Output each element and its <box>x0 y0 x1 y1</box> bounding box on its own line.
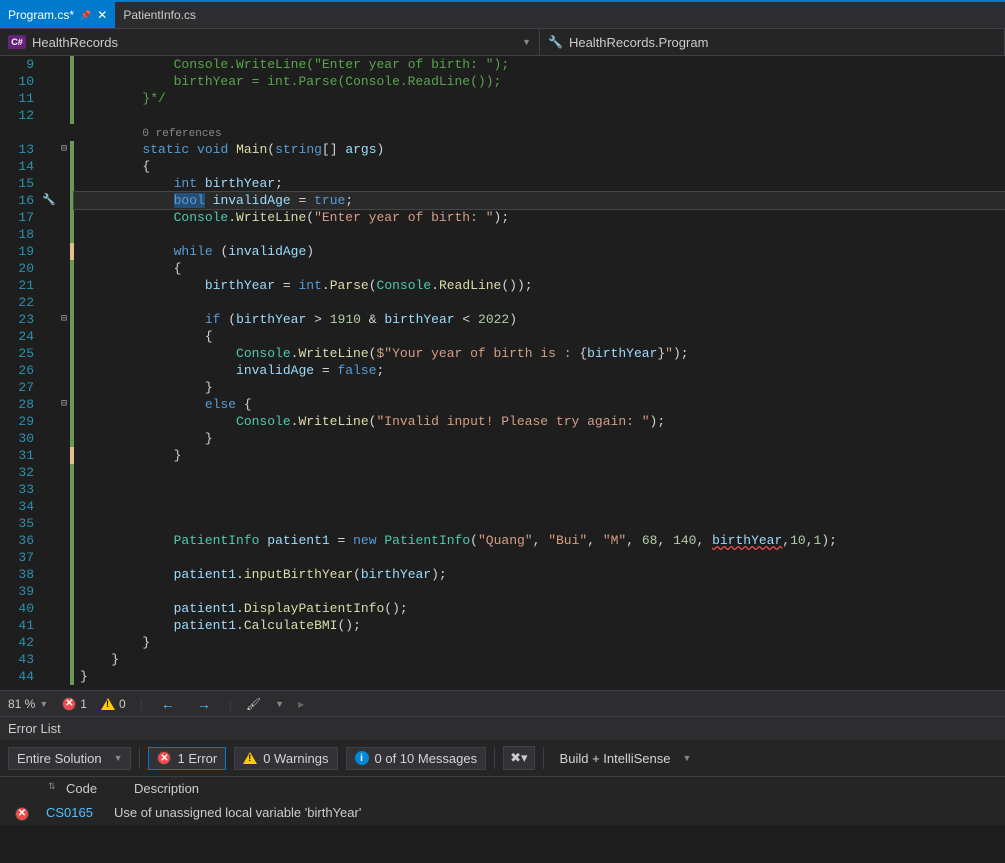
sort-icon: ⇅ <box>48 781 56 796</box>
code-line[interactable]: birthYear = int.Parse(Console.ReadLine()… <box>74 73 1005 90</box>
code-line[interactable]: { <box>74 158 1005 175</box>
code-line[interactable]: Console.WriteLine("Enter year of birth: … <box>74 56 1005 73</box>
error-description: Use of unassigned local variable 'birthY… <box>114 805 361 820</box>
member-text: HealthRecords.Program <box>569 35 708 50</box>
pin-icon[interactable]: 📌 <box>80 10 91 21</box>
code-line[interactable] <box>74 498 1005 515</box>
code-line[interactable]: patient1.DisplayPatientInfo(); <box>74 600 1005 617</box>
error-list-headers[interactable]: ⇅ Code Description <box>0 776 1005 800</box>
warning-icon <box>101 698 115 710</box>
code-line[interactable]: { <box>74 260 1005 277</box>
code-line[interactable]: }*/ <box>74 90 1005 107</box>
play-icon[interactable]: ▸ <box>298 697 304 711</box>
divider <box>494 747 495 769</box>
code-area[interactable]: Console.WriteLine("Enter year of birth: … <box>74 56 1005 690</box>
code-line[interactable]: } <box>74 379 1005 396</box>
references-lens[interactable]: 0 references <box>142 128 221 140</box>
code-line[interactable]: } <box>74 651 1005 668</box>
code-line[interactable]: static void Main(string[] args) <box>74 141 1005 158</box>
chevron-down-icon: ▼ <box>522 37 531 47</box>
error-icon: ✕ <box>62 697 76 711</box>
code-line[interactable] <box>74 294 1005 311</box>
warnings-filter-button[interactable]: 0 Warnings <box>234 747 337 770</box>
nav-back-button[interactable]: ← <box>157 696 179 712</box>
warning-icon <box>243 752 257 764</box>
code-line[interactable]: if (birthYear > 1910 & birthYear < 2022) <box>74 311 1005 328</box>
code-line[interactable]: bool invalidAge = true; <box>74 192 1005 209</box>
tab-label: PatientInfo.cs <box>123 8 196 22</box>
code-editor[interactable]: 910111213⊟141516🔧17181920212223⊟24252627… <box>0 56 1005 690</box>
code-line[interactable]: else { <box>74 396 1005 413</box>
clear-filter-button[interactable]: ✖▾ <box>503 746 534 770</box>
warning-count[interactable]: 0 <box>101 697 126 711</box>
filter-clear-icon: ✖▾ <box>510 750 527 766</box>
brush-icon[interactable]: 🖌 <box>246 697 261 711</box>
code-line[interactable]: invalidAge = false; <box>74 362 1005 379</box>
code-line[interactable]: } <box>74 668 1005 685</box>
tab-bar: Program.cs* 📌 ✕ PatientInfo.cs <box>0 0 1005 28</box>
error-code: CS0165 <box>46 805 104 820</box>
code-line[interactable]: birthYear = int.Parse(Console.ReadLine()… <box>74 277 1005 294</box>
error-list-toolbar: Entire Solution ▼ ✕ 1 Error 0 Warnings i… <box>0 740 1005 776</box>
code-line[interactable] <box>74 515 1005 532</box>
chevron-down-icon: ▼ <box>275 699 284 709</box>
error-list-title: Error List <box>0 717 1005 740</box>
error-list-panel: Error List Entire Solution ▼ ✕ 1 Error 0… <box>0 716 1005 825</box>
scope-filter-combo[interactable]: Entire Solution ▼ <box>8 747 131 770</box>
code-line[interactable]: while (invalidAge) <box>74 243 1005 260</box>
divider <box>543 747 544 769</box>
code-line[interactable]: 0 references <box>74 124 1005 141</box>
zoom-combo[interactable]: 81 % ▼ <box>8 697 48 711</box>
code-line[interactable]: Console.WriteLine("Invalid input! Please… <box>74 413 1005 430</box>
build-intellisense-combo[interactable]: Build + IntelliSense ▼ <box>552 748 700 769</box>
close-icon[interactable]: ✕ <box>97 8 107 22</box>
member-combo[interactable]: 🔧 HealthRecords.Program <box>540 29 1005 55</box>
scope-combo[interactable]: C# HealthRecords ▼ <box>0 29 540 55</box>
editor-status-bar: 81 % ▼ ✕ 1 0 | ← → | 🖌 ▼ ▸ <box>0 690 1005 716</box>
code-line[interactable] <box>74 107 1005 124</box>
code-line[interactable] <box>74 583 1005 600</box>
code-line[interactable]: Console.WriteLine("Enter year of birth: … <box>74 209 1005 226</box>
code-line[interactable] <box>74 481 1005 498</box>
code-line[interactable]: int birthYear; <box>74 175 1005 192</box>
chevron-down-icon: ▼ <box>39 699 48 709</box>
gutter: 910111213⊟141516🔧17181920212223⊟24252627… <box>0 56 70 690</box>
error-icon: ✕ <box>157 751 171 765</box>
info-icon: i <box>355 751 369 765</box>
code-line[interactable]: } <box>74 447 1005 464</box>
tab-program-cs[interactable]: Program.cs* 📌 ✕ <box>0 2 115 28</box>
code-line[interactable] <box>74 464 1005 481</box>
code-line[interactable]: Console.WriteLine($"Your year of birth i… <box>74 345 1005 362</box>
tab-patientinfo-cs[interactable]: PatientInfo.cs <box>115 2 204 28</box>
chevron-down-icon: ▼ <box>682 753 691 763</box>
chevron-down-icon: ▼ <box>114 753 123 763</box>
errors-filter-button[interactable]: ✕ 1 Error <box>148 747 226 770</box>
messages-filter-button[interactable]: i 0 of 10 Messages <box>346 747 487 770</box>
scope-text: HealthRecords <box>32 35 118 50</box>
code-line[interactable]: { <box>74 328 1005 345</box>
header-description[interactable]: Description <box>134 781 199 796</box>
code-line[interactable]: } <box>74 634 1005 651</box>
header-code[interactable]: Code <box>66 781 124 796</box>
code-line[interactable]: patient1.CalculateBMI(); <box>74 617 1005 634</box>
code-line[interactable] <box>74 226 1005 243</box>
divider <box>139 747 140 769</box>
class-icon: 🔧 <box>548 35 563 49</box>
error-count[interactable]: ✕ 1 <box>62 697 87 711</box>
nav-forward-button[interactable]: → <box>193 696 215 712</box>
code-line[interactable]: patient1.inputBirthYear(birthYear); <box>74 566 1005 583</box>
code-line[interactable]: PatientInfo patient1 = new PatientInfo("… <box>74 532 1005 549</box>
lightbulb-icon[interactable]: 🔧 <box>42 195 56 207</box>
error-row[interactable]: ✕ CS0165 Use of unassigned local variabl… <box>0 800 1005 825</box>
code-line[interactable] <box>74 549 1005 566</box>
nav-bar: C# HealthRecords ▼ 🔧 HealthRecords.Progr… <box>0 28 1005 56</box>
tab-label: Program.cs* <box>8 8 74 22</box>
code-line[interactable]: } <box>74 430 1005 447</box>
error-icon: ✕ <box>15 807 29 821</box>
csharp-icon: C# <box>8 35 26 49</box>
